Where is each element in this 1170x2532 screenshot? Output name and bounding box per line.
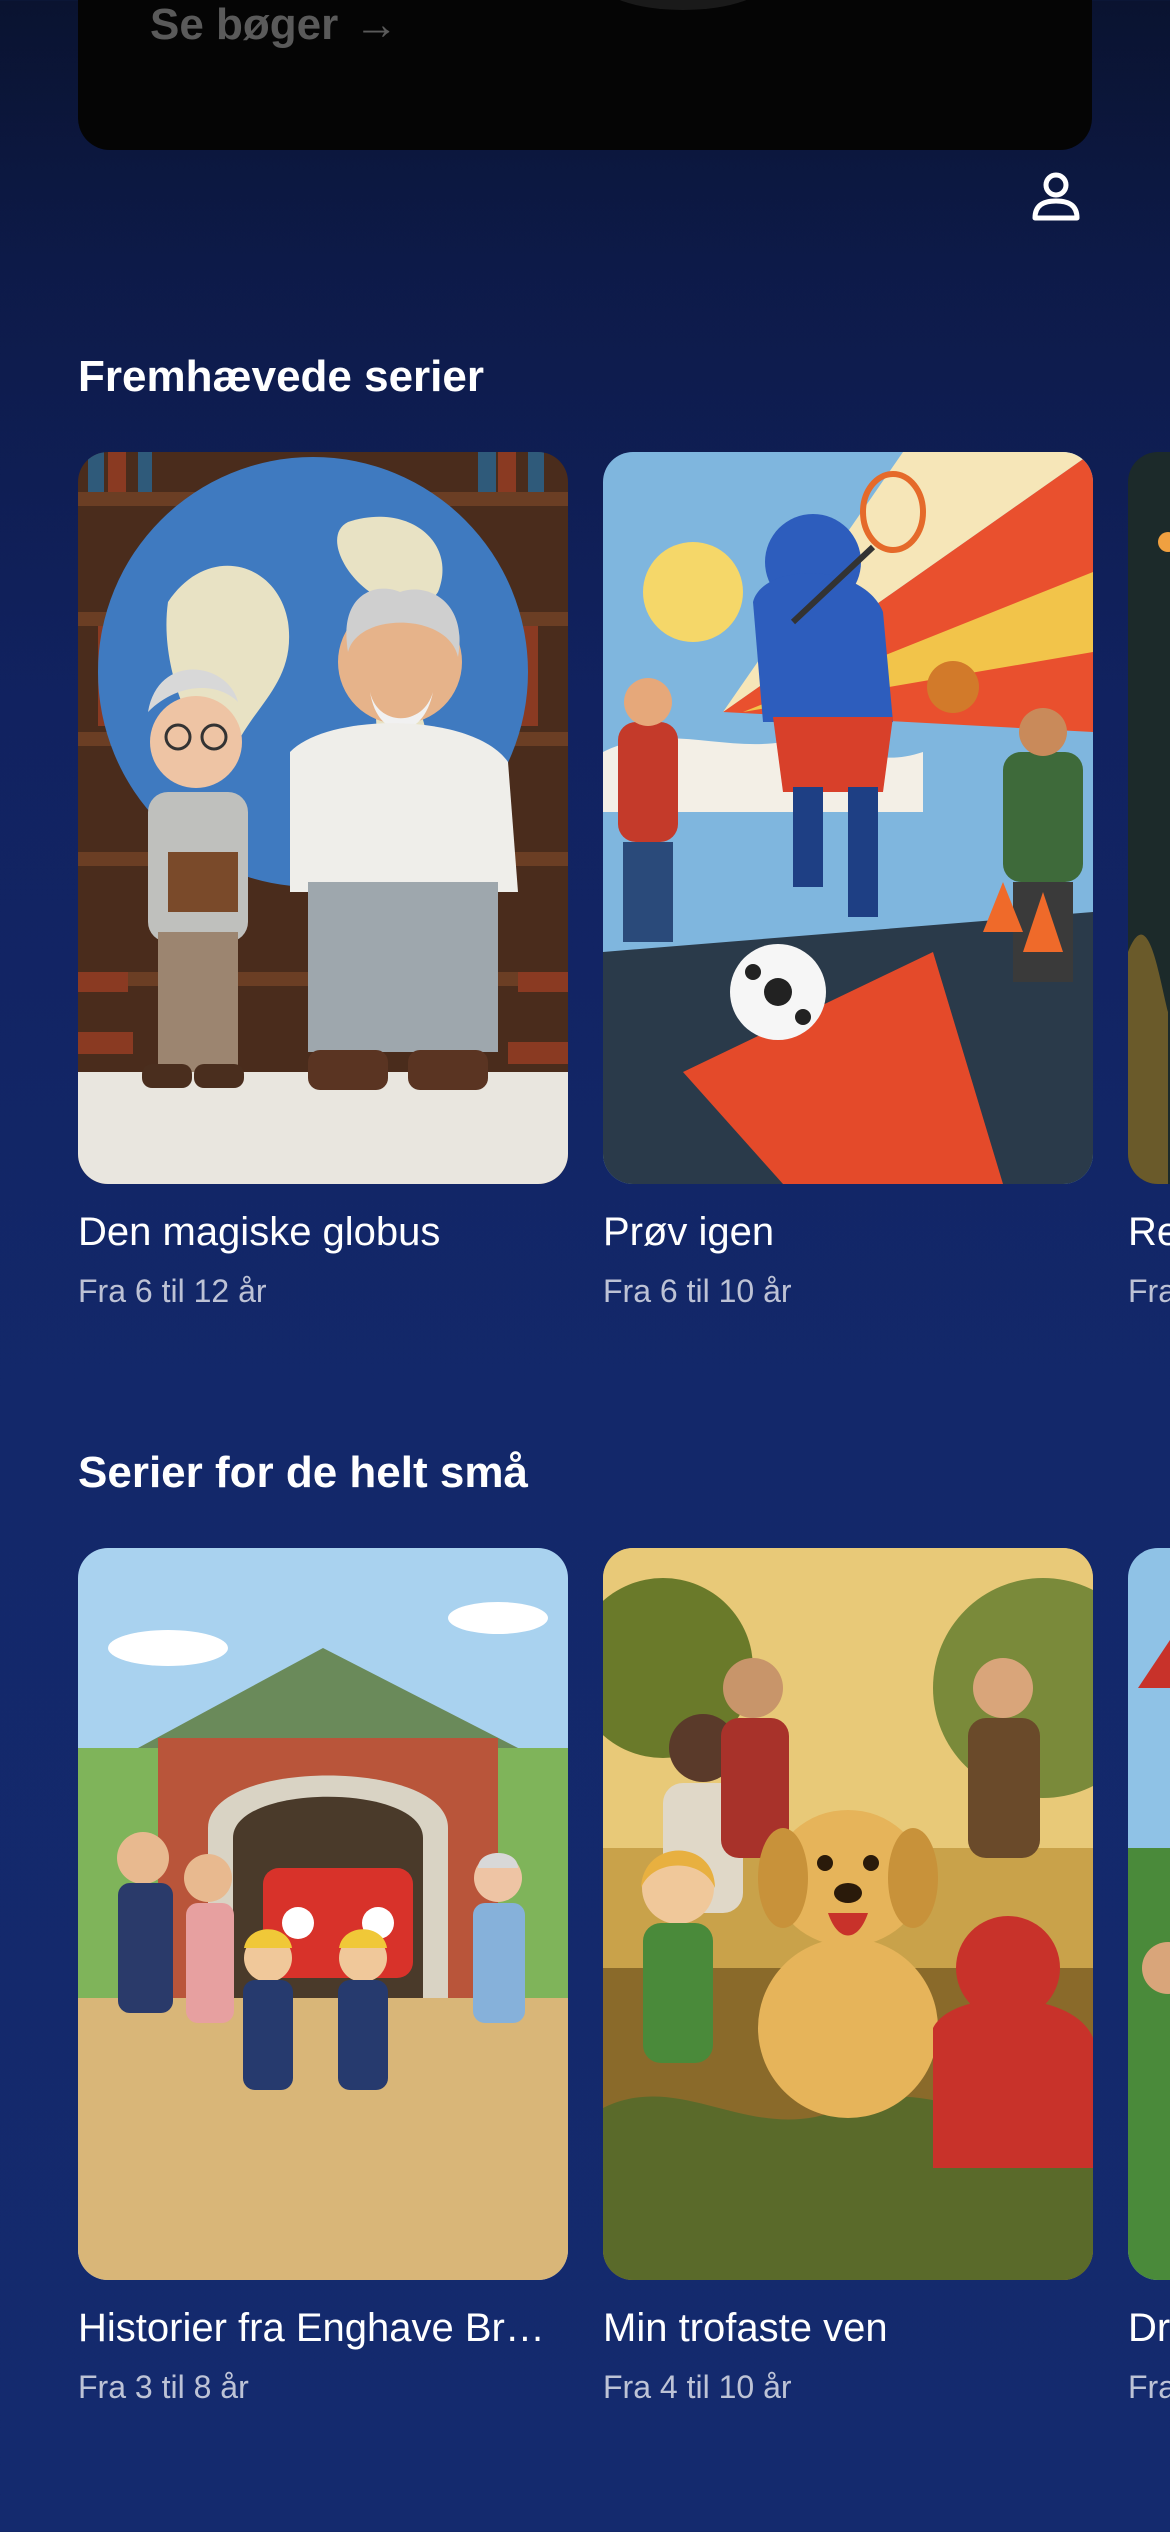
series-age-range: Fra bbox=[1128, 1273, 1170, 1309]
series-title: Historier fra Enghave Br… bbox=[78, 2306, 545, 2350]
series-card-faithful-friend[interactable]: Min trofaste ven Fra 4 til 10 år bbox=[603, 1548, 1093, 2406]
little-ones-carousel[interactable]: Historier fra Enghave Br… Fra 3 til 8 år bbox=[0, 1548, 1170, 2448]
featured-carousel[interactable]: Den magiske globus Fra 6 til 12 år Prøv … bbox=[0, 452, 1170, 1352]
series-age-range: Fra bbox=[1128, 2369, 1170, 2405]
series-title: Dr bbox=[1128, 2306, 1170, 2350]
series-age-range: Fra 3 til 8 år bbox=[78, 2369, 249, 2405]
arrow-right-icon: → bbox=[354, 0, 399, 49]
see-books-label: Se bøger bbox=[150, 0, 339, 49]
series-cover-image bbox=[603, 1548, 1093, 2280]
user-icon bbox=[1032, 172, 1080, 221]
series-card-peek[interactable]: Dr Fra bbox=[1128, 1548, 1170, 2406]
series-card-magic-globe[interactable]: Den magiske globus Fra 6 til 12 år bbox=[78, 452, 568, 1310]
series-age-range: Fra 4 til 10 år bbox=[603, 2369, 792, 2405]
series-title: Prøv igen bbox=[603, 1210, 775, 1254]
series-title: Re bbox=[1128, 1210, 1170, 1254]
series-cover-image bbox=[1128, 1548, 1170, 2280]
series-card-enghave[interactable]: Historier fra Enghave Br… Fra 3 til 8 år bbox=[78, 1548, 568, 2406]
featured-section-title: Fremhævede serier bbox=[78, 352, 484, 401]
little-ones-section-title: Serier for de helt små bbox=[78, 1448, 528, 1497]
series-cover-image bbox=[603, 452, 1093, 1184]
series-cover-image bbox=[1128, 452, 1170, 1184]
series-title: Min trofaste ven bbox=[603, 2306, 888, 2350]
banner-decoration bbox=[598, 0, 768, 10]
series-age-range: Fra 6 til 12 år bbox=[78, 1273, 267, 1309]
profile-button[interactable] bbox=[1020, 160, 1092, 232]
series-age-range: Fra 6 til 10 år bbox=[603, 1273, 792, 1309]
see-books-link[interactable]: Se bøger → bbox=[150, 0, 398, 50]
series-cover-image bbox=[78, 452, 568, 1184]
banner-card[interactable]: Se bøger → bbox=[78, 0, 1092, 150]
series-card-peek[interactable]: Re Fra bbox=[1128, 452, 1170, 1310]
series-card-try-again[interactable]: Prøv igen Fra 6 til 10 år bbox=[603, 452, 1093, 1310]
series-title: Den magiske globus bbox=[78, 1210, 441, 1254]
series-cover-image bbox=[78, 1548, 568, 2280]
